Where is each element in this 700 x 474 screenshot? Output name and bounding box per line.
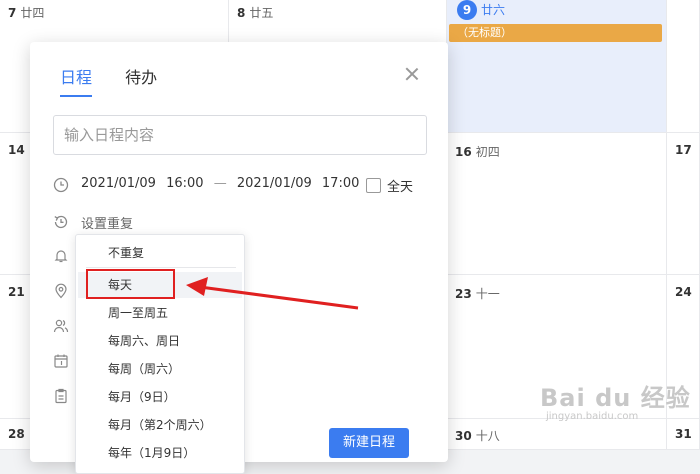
watermark-logo: Bai du 经验 bbox=[540, 384, 691, 412]
baidu-jingyan-watermark: Bai du 经验 jingyan.baidu.com bbox=[540, 378, 691, 422]
